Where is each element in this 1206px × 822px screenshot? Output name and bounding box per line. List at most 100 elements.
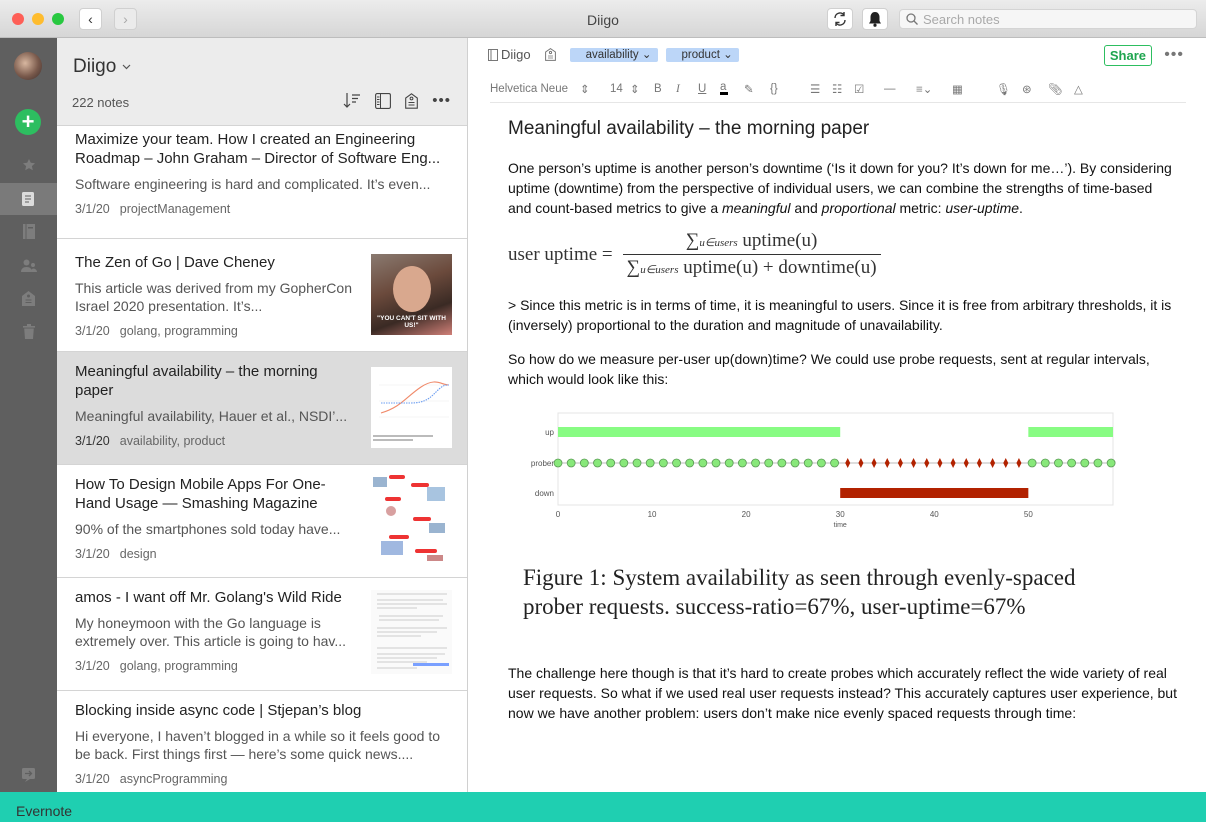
share-button[interactable]: Share xyxy=(1103,45,1152,66)
note-item[interactable]: How To Design Mobile Apps For One-Hand U… xyxy=(57,464,467,577)
probe-ok-marker xyxy=(1067,458,1077,468)
probe-ok-marker xyxy=(672,458,681,468)
drive-icon[interactable]: △ xyxy=(1074,82,1100,96)
editor-header: Diigo availability ⌄ product ⌄ xyxy=(488,47,739,62)
trash-icon xyxy=(22,323,35,339)
note-item[interactable]: Maximize your team. How I created an Eng… xyxy=(57,125,467,238)
probe-ok-marker xyxy=(579,458,589,468)
thumbnail-caption: "YOU CAN'T SIT WITH US!" xyxy=(377,315,446,329)
tag-label: availability xyxy=(585,48,639,61)
bold-button[interactable]: B xyxy=(654,83,676,95)
note-item-selected[interactable]: Meaningful availability – the morning pa… xyxy=(57,351,467,464)
note-thumbnail-illustration xyxy=(371,473,452,563)
formatting-toolbar: Helvetica Neue ⇕ 14 ⇕ B I U a ✎ {} ☰ ☷ ☑… xyxy=(490,79,1186,103)
x-tick-label: 10 xyxy=(648,510,657,519)
close-window-button[interactable] xyxy=(12,13,24,25)
note-tags: projectManagement xyxy=(119,202,231,216)
row-label: up xyxy=(545,428,554,437)
code-block-button[interactable]: {} xyxy=(770,83,810,95)
tag-filter-icon[interactable] xyxy=(405,92,419,109)
probe-ok-marker xyxy=(632,458,642,468)
formula-numerator: ∑u∈users uptime(u) xyxy=(678,230,826,254)
sign-out-button[interactable] xyxy=(0,759,57,791)
attachment-icon[interactable]: 📎︎ xyxy=(1048,82,1074,96)
numbered-list-icon[interactable]: ☷ xyxy=(832,82,854,96)
x-tick-label: 50 xyxy=(1024,510,1033,519)
align-icon[interactable]: ≡⌄ xyxy=(916,82,952,96)
note-list-panel: Diigo 222 notes ••• Maximize your team. … xyxy=(57,38,468,792)
notebook-selector[interactable]: Diigo xyxy=(73,56,131,78)
font-family-select[interactable]: Helvetica Neue xyxy=(490,83,580,95)
probe-fail-marker xyxy=(990,458,996,468)
probe-ok-marker xyxy=(816,458,826,468)
note-content[interactable]: Meaningful availability – the morning pa… xyxy=(508,118,1178,723)
notebook-link[interactable]: Diigo xyxy=(488,47,531,62)
notebook-label: Diigo xyxy=(501,47,531,62)
new-note-button[interactable]: + xyxy=(15,109,41,135)
note-editor: Diigo availability ⌄ product ⌄ Share •••… xyxy=(468,38,1206,792)
probe-ok-marker xyxy=(737,458,747,468)
font-size-select[interactable]: 14 xyxy=(610,83,630,95)
notifications-button[interactable] xyxy=(862,8,888,30)
search-box[interactable] xyxy=(899,9,1197,29)
sync-button[interactable] xyxy=(827,8,853,30)
note-item[interactable]: amos - I want off Mr. Golang's Wild Ride… xyxy=(57,577,467,690)
tag-chip-product[interactable]: product ⌄ xyxy=(665,47,739,62)
x-tick-label: 40 xyxy=(930,510,939,519)
sidebar-item-trash[interactable] xyxy=(0,315,57,347)
sidebar-item-tags[interactable] xyxy=(0,282,57,314)
more-options-button[interactable]: ••• xyxy=(1164,46,1184,64)
note-tags: golang, programming xyxy=(119,659,238,673)
note-date: 3/1/20 xyxy=(75,547,110,561)
text-run: and xyxy=(790,200,822,216)
sidebar-item-notebooks[interactable] xyxy=(0,215,57,247)
note-item[interactable]: Blocking inside async code | Stjepan’s b… xyxy=(57,690,467,792)
note-title: Blocking inside async code | Stjepan’s b… xyxy=(75,702,362,719)
back-button[interactable]: ‹ xyxy=(79,8,102,30)
probe-ok-marker xyxy=(1027,458,1037,468)
paragraph: The challenge here though is that it’s h… xyxy=(508,665,1177,721)
bullet-list-icon[interactable]: ☰ xyxy=(810,82,832,96)
note-snippet: This article was derived from my GopherC… xyxy=(75,280,352,314)
x-axis-label: time xyxy=(834,522,847,529)
note-icon xyxy=(22,191,34,206)
text-color-button[interactable]: a xyxy=(720,81,728,95)
probe-ok-marker xyxy=(619,458,629,468)
note-date: 3/1/20 xyxy=(75,324,110,338)
underline-button[interactable]: U xyxy=(698,83,720,95)
note-tags: golang, programming xyxy=(119,324,238,338)
avatar[interactable] xyxy=(14,52,42,80)
formula-subscript: u∈users xyxy=(699,237,738,249)
view-options-icon[interactable] xyxy=(375,92,392,109)
sort-icon[interactable] xyxy=(343,93,361,108)
divider-icon[interactable]: — xyxy=(884,83,916,95)
updown-icon[interactable]: ⇕ xyxy=(630,82,654,96)
minimize-window-button[interactable] xyxy=(32,13,44,25)
forward-button[interactable]: › xyxy=(114,8,137,30)
down-bar xyxy=(840,488,1029,498)
probe-ok-marker xyxy=(830,458,839,468)
microphone-icon[interactable]: 🎙︎ xyxy=(996,82,1022,96)
more-options-icon[interactable]: ••• xyxy=(432,92,451,109)
sidebar-item-notes[interactable] xyxy=(0,183,57,215)
updown-icon[interactable]: ⇕ xyxy=(580,82,610,96)
zoom-window-button[interactable] xyxy=(52,13,64,25)
checklist-icon[interactable]: ☑ xyxy=(854,82,884,96)
probe-ok-marker xyxy=(606,458,616,468)
camera-icon[interactable]: ⊛ xyxy=(1022,82,1048,96)
sidebar-item-shared[interactable] xyxy=(0,249,57,281)
tag-icon[interactable] xyxy=(544,48,556,61)
sidebar-item-shortcuts[interactable] xyxy=(0,149,57,181)
highlight-icon[interactable]: ✎ xyxy=(744,82,770,96)
tag-chip-availability[interactable]: availability ⌄ xyxy=(569,47,658,62)
sum-symbol: ∑ xyxy=(685,230,700,251)
table-icon[interactable]: ▦ xyxy=(952,82,996,96)
note-item[interactable]: The Zen of Go | Dave Cheney This article… xyxy=(57,238,467,351)
search-input[interactable] xyxy=(923,11,1183,27)
figure-caption: Figure 1: System availability as seen th… xyxy=(523,565,1076,619)
paragraph: So how do we measure per-user up(down)ti… xyxy=(508,351,1150,387)
notebook-icon xyxy=(488,48,498,61)
italic-button[interactable]: I xyxy=(676,83,698,95)
formula-lhs: user uptime = xyxy=(508,243,613,265)
probe-ok-marker xyxy=(698,458,708,468)
